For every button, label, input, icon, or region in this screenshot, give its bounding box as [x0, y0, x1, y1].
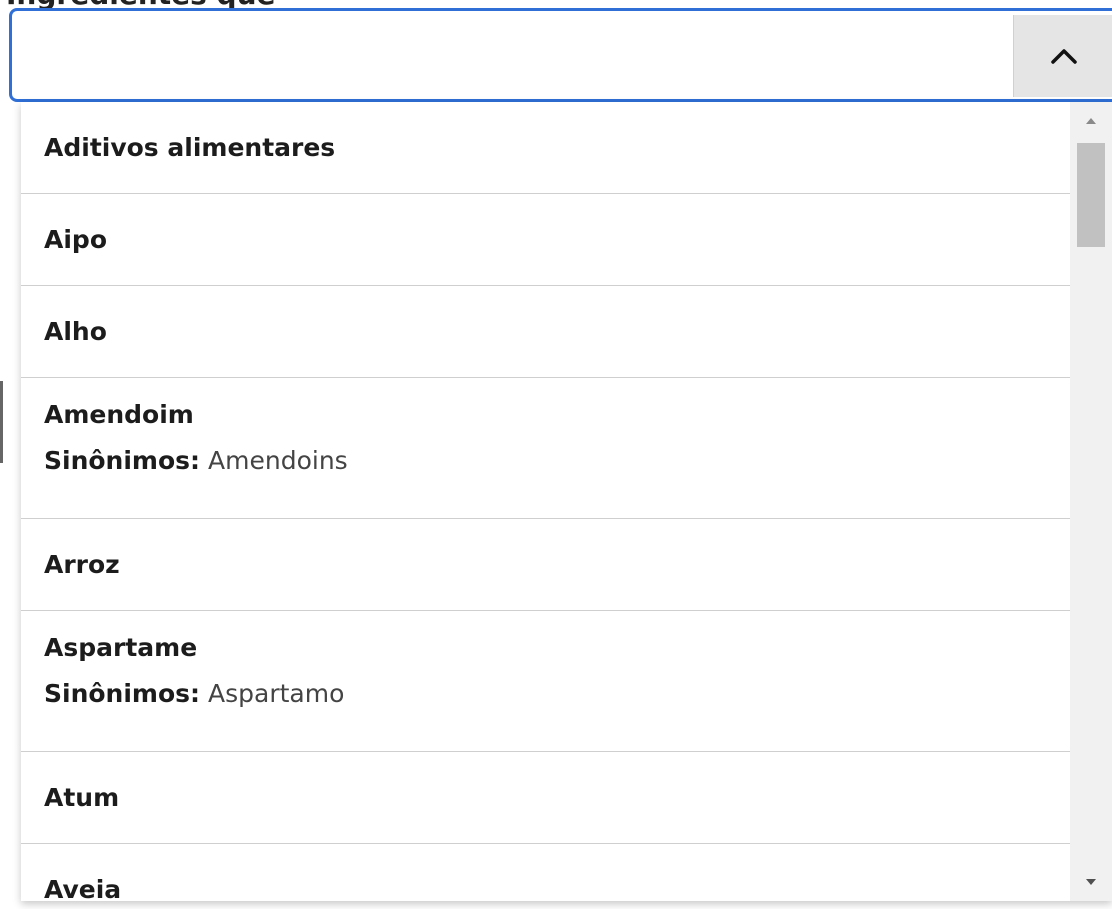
scroll-up-arrow-icon — [1086, 118, 1096, 124]
option-name: Arroz — [44, 549, 120, 579]
synonyms-label: Sinônimos: — [44, 679, 201, 708]
left-edge-marker — [0, 381, 3, 463]
scroll-thumb[interactable] — [1077, 143, 1105, 247]
option-name: Amendoim — [44, 400, 194, 429]
option-name: Alho — [44, 316, 107, 346]
scroll-up-button[interactable] — [1070, 102, 1112, 140]
chevron-up-icon — [1051, 49, 1077, 64]
list-item[interactable]: Aditivos alimentares — [21, 102, 1070, 194]
options-list: Aditivos alimentares Aipo Alho Amendoim … — [21, 102, 1070, 901]
list-item[interactable]: Arroz — [21, 519, 1070, 611]
list-item[interactable]: Atum — [21, 752, 1070, 844]
option-name: Atum — [44, 782, 120, 812]
option-name: Aditivos alimentares — [44, 132, 336, 162]
list-item[interactable]: Alho — [21, 286, 1070, 378]
scroll-down-arrow-icon — [1086, 879, 1096, 885]
synonyms-label: Sinônimos: — [44, 446, 201, 475]
dropdown-toggle-button[interactable] — [1013, 15, 1112, 97]
option-synonyms: Sinônimos: Aspartamo — [44, 679, 1070, 709]
scroll-down-button[interactable] — [1070, 863, 1112, 901]
ingredient-listbox: Aditivos alimentares Aipo Alho Amendoim … — [21, 102, 1112, 901]
scrollbar[interactable] — [1070, 102, 1112, 901]
synonyms-value: Amendoins — [208, 446, 348, 475]
list-item[interactable]: Amendoim Sinônimos: Amendoins — [21, 378, 1070, 519]
option-name: Aipo — [44, 224, 107, 254]
ingredient-search-input[interactable] — [26, 25, 1025, 87]
ingredient-combobox[interactable] — [9, 8, 1112, 102]
option-synonyms: Sinônimos: Amendoins — [44, 446, 1070, 476]
list-item[interactable]: Aspartame Sinônimos: Aspartamo — [21, 611, 1070, 752]
option-name: Aveia — [44, 874, 122, 902]
list-item[interactable]: Aveia — [21, 844, 1070, 902]
synonyms-value: Aspartamo — [208, 679, 345, 708]
option-name: Aspartame — [44, 633, 198, 662]
list-item[interactable]: Aipo — [21, 194, 1070, 286]
